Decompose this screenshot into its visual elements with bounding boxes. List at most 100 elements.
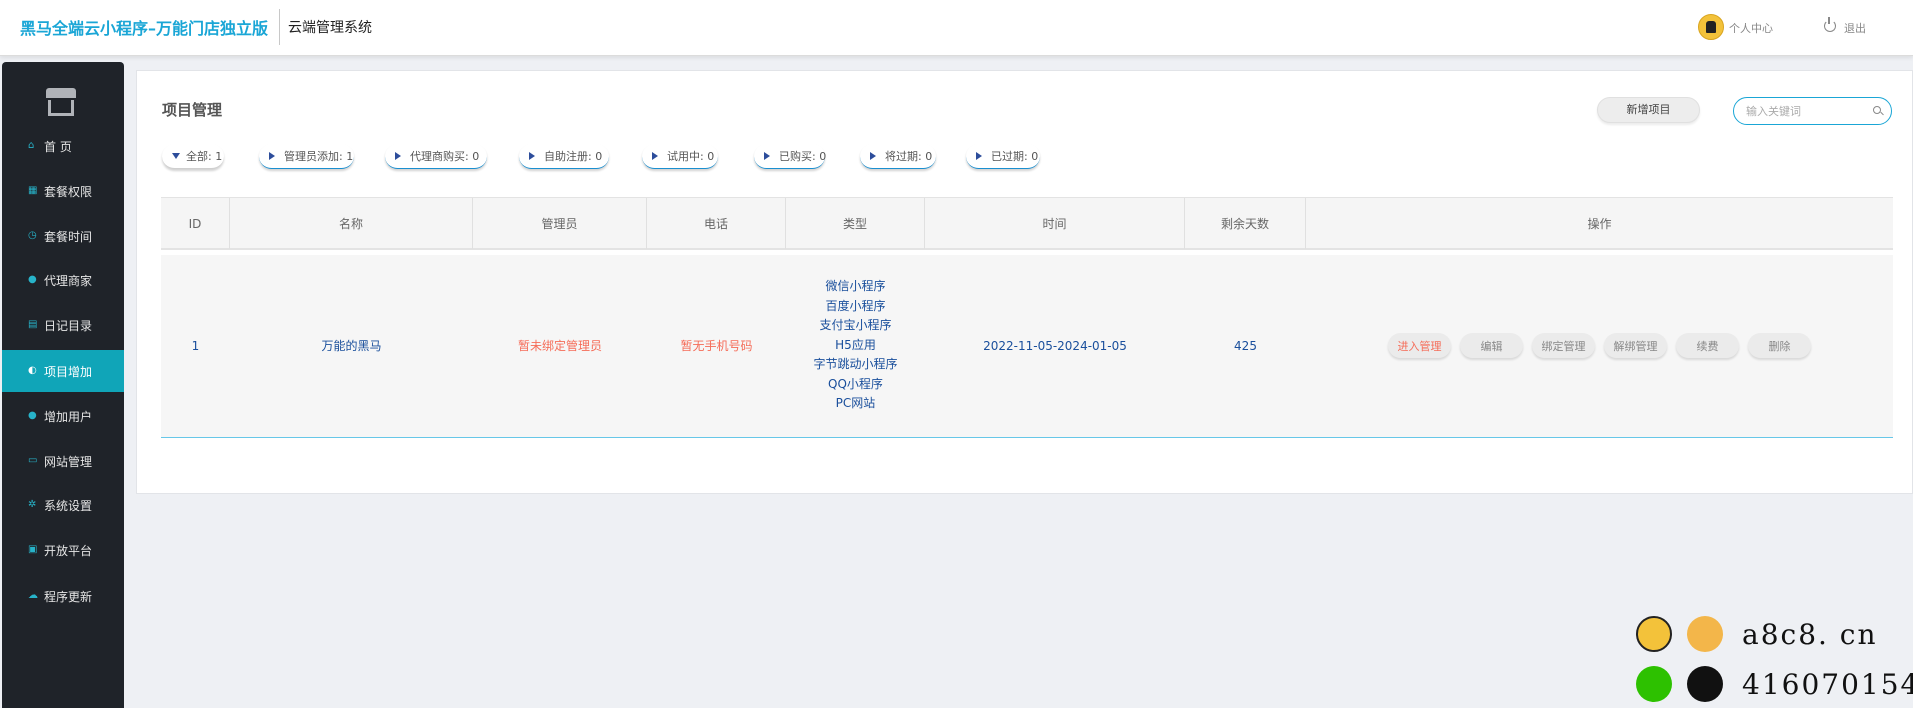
watermark-site: a8c8. cn — [1742, 618, 1878, 651]
filter-chip[interactable]: 已购买: 0 — [754, 144, 827, 169]
brand-badge-icon — [1636, 616, 1672, 652]
add-user-icon: ● — [28, 410, 37, 421]
cell-name: 万能的黑马 — [321, 339, 382, 353]
sidebar-item[interactable]: ✲ 系统设置 — [2, 484, 124, 526]
filter-label: 代理商购买: 0 — [410, 150, 480, 163]
cell-types: 微信小程序 百度小程序 支付宝小程序 H5应用 字节跳动小程序 QQ小程序 PC… — [786, 255, 925, 436]
edit-button[interactable]: 编辑 — [1460, 333, 1523, 358]
renew-button[interactable]: 续费 — [1676, 333, 1739, 358]
cell-time: 2022-11-05-2024-01-05 — [983, 338, 1127, 353]
system-name: 云端管理系统 — [288, 20, 372, 36]
filter-chip[interactable]: 代理商购买: 0 — [385, 144, 487, 169]
platform-icon: ▣ — [28, 544, 38, 555]
filter-label: 已过期: 0 — [991, 150, 1039, 163]
grid-icon: ▦ — [28, 185, 38, 196]
sidebar-item-label: 首 页 — [44, 139, 72, 154]
type-item: PC网站 — [835, 396, 876, 411]
search-input[interactable] — [1746, 103, 1864, 119]
home-icon: ⌂ — [28, 140, 35, 151]
filter-chip[interactable]: 已过期: 0 — [966, 144, 1040, 169]
gear-icon: ✲ — [28, 499, 37, 510]
sidebar-item[interactable]: ● 代理商家 — [2, 259, 124, 301]
avatar[interactable] — [1698, 14, 1724, 40]
sidebar-item[interactable]: ▣ 开放平台 — [2, 529, 124, 571]
sidebar-item-label: 日记目录 — [44, 318, 93, 333]
watermark: a8c8. cn 416070154 — [1636, 614, 1913, 708]
filter-label: 试用中: 0 — [667, 150, 715, 163]
cell-id: 1 — [191, 338, 200, 353]
type-item: H5应用 — [835, 337, 876, 352]
bind-admin-button[interactable]: 绑定管理 — [1532, 333, 1595, 358]
caret-right-icon — [529, 152, 535, 160]
delete-button[interactable]: 删除 — [1748, 333, 1811, 358]
sidebar-item[interactable]: ◐ 项目增加 — [2, 350, 124, 392]
filter-chip[interactable]: 全部: 1 — [162, 144, 224, 169]
site-icon: ▭ — [28, 455, 38, 466]
filter-chip[interactable]: 将过期: 0 — [860, 144, 936, 169]
avatar-icon — [1687, 616, 1723, 652]
wechat-icon — [1636, 666, 1672, 702]
sidebar-item[interactable]: ▤ 日记目录 — [2, 304, 124, 346]
cloud-icon: ☁ — [28, 590, 38, 601]
power-icon[interactable] — [1824, 17, 1836, 32]
type-item: 微信小程序 — [825, 279, 886, 294]
brand-title[interactable]: 黑马全端云小程序–万能门店独立版 — [20, 15, 268, 39]
filter-label: 将过期: 0 — [885, 150, 933, 163]
page-title: 项目管理 — [162, 101, 223, 119]
filter-label: 已购买: 0 — [779, 150, 827, 163]
type-item: 百度小程序 — [825, 298, 886, 313]
sidebar: ⌂ 首 页 ▦ 套餐权限 ◷ 套餐时间 ● 代理商家 ▤ 日记目录 ◐ 项目增加 ● 增加用户 ▭ 网站管理 ✲… — [2, 62, 124, 708]
sidebar-item[interactable]: ⌂ 首 页 — [2, 125, 124, 167]
sidebar-item[interactable]: ▭ 网站管理 — [2, 440, 124, 482]
top-bar: 黑马全端云小程序–万能门店独立版 云端管理系统 个人中心 退出 — [0, 0, 1913, 56]
type-item: QQ小程序 — [828, 376, 883, 391]
cell-days-left: 425 — [1234, 338, 1257, 353]
filter-label: 自助注册: 0 — [544, 150, 603, 163]
cell-phone: 暂无手机号码 — [680, 339, 753, 353]
user-center-link[interactable]: 个人中心 — [1729, 20, 1773, 36]
sidebar-item[interactable]: ◷ 套餐时间 — [2, 215, 124, 257]
store-logo-icon — [46, 88, 76, 116]
enter-manage-button[interactable]: 进入管理 — [1388, 333, 1451, 358]
column-header-type: 类型 — [786, 198, 925, 249]
table-row: 1 万能的黑马 暂未绑定管理员 暂无手机号码 微信小程序 百度小程序 支付宝小程… — [161, 255, 1893, 438]
filter-label: 管理员添加: 1 — [284, 150, 354, 163]
search-icon[interactable] — [1873, 106, 1881, 114]
filter-chip[interactable]: 试用中: 0 — [642, 144, 718, 169]
sidebar-item[interactable]: ▦ 套餐权限 — [2, 170, 124, 212]
column-header-actions: 操作 — [1587, 217, 1612, 231]
sidebar-item-label: 代理商家 — [44, 273, 93, 288]
sidebar-item-label: 程序更新 — [44, 589, 93, 604]
column-header-id: ID — [161, 198, 230, 249]
caret-down-icon — [172, 153, 180, 159]
sidebar-item-label: 套餐时间 — [44, 229, 93, 244]
search-box[interactable] — [1733, 97, 1892, 125]
sidebar-item-label: 套餐权限 — [44, 184, 93, 199]
column-header-name: 名称 — [230, 198, 473, 249]
caret-right-icon — [764, 152, 770, 160]
sidebar-item[interactable]: ● 增加用户 — [2, 395, 124, 437]
type-item: 支付宝小程序 — [819, 318, 892, 333]
sidebar-item-label: 系统设置 — [44, 498, 93, 513]
filter-chip[interactable]: 自助注册: 0 — [519, 144, 609, 169]
caret-right-icon — [652, 152, 658, 160]
column-header-admin: 管理员 — [473, 198, 647, 249]
filter-chip[interactable]: 管理员添加: 1 — [259, 144, 354, 169]
clock-icon: ◷ — [28, 230, 37, 241]
table-header: ID 名称 管理员 电话 类型 时间 剩余天数 操作 — [161, 197, 1893, 250]
sidebar-item-label: 项目增加 — [44, 364, 93, 379]
book-icon: ▤ — [28, 319, 38, 330]
sidebar-item-label: 开放平台 — [44, 543, 93, 558]
sidebar-item[interactable]: ☁ 程序更新 — [2, 575, 124, 617]
caret-right-icon — [269, 152, 275, 160]
caret-right-icon — [395, 152, 401, 160]
add-project-button[interactable]: 新增项目 — [1597, 97, 1700, 123]
caret-right-icon — [976, 152, 982, 160]
main-panel: 项目管理 新增项目 全部: 1 管理员添加: 1 代理商购买: 0 自助注册: 0 试用… — [136, 70, 1913, 494]
logout-link[interactable]: 退出 — [1844, 20, 1866, 36]
user-icon: ● — [28, 274, 37, 285]
project-icon: ◐ — [28, 365, 37, 376]
column-header-phone: 电话 — [647, 198, 786, 249]
unbind-admin-button[interactable]: 解绑管理 — [1604, 333, 1667, 358]
column-header-time: 时间 — [925, 198, 1185, 249]
